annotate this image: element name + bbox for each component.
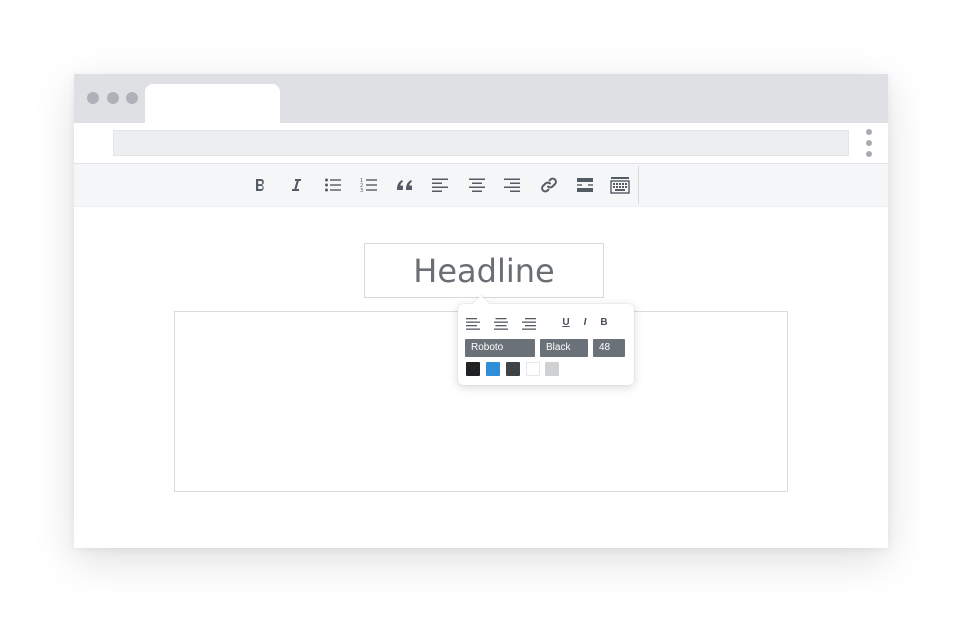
quote-button[interactable] (392, 172, 418, 198)
font-family-select[interactable]: Roboto (465, 339, 535, 357)
horizontal-rule-icon (577, 178, 593, 192)
popup-align-center-button[interactable] (492, 316, 510, 332)
color-swatch-dark-gray[interactable] (506, 362, 520, 376)
align-right-icon (522, 318, 536, 330)
underline-button[interactable]: U (559, 315, 573, 331)
bold-button[interactable]: B (598, 315, 610, 331)
toolbar-divider (638, 166, 639, 204)
bullet-list-button[interactable] (320, 172, 346, 198)
keyboard-button[interactable] (607, 172, 633, 198)
svg-text:3: 3 (360, 188, 363, 193)
italic-icon (292, 179, 301, 191)
popup-align-left-button[interactable] (464, 316, 482, 332)
bullet-list-icon (325, 178, 341, 192)
keyboard-icon (610, 177, 630, 194)
popup-caret (472, 295, 490, 313)
font-size-select[interactable]: 48 (593, 339, 625, 357)
numbered-list-icon: 1 2 3 (360, 178, 377, 193)
quote-icon (397, 180, 412, 190)
editor-toolbar: 1 2 3 (74, 164, 888, 207)
title-bar (74, 74, 888, 124)
editor-canvas: Headline U I B Roboto Black 48 (74, 207, 888, 548)
color-swatch-blue[interactable] (486, 362, 500, 376)
window-maximize-dot[interactable] (126, 92, 138, 104)
font-weight-select[interactable]: Black (540, 339, 588, 357)
align-right-button[interactable] (499, 172, 525, 198)
window-close-dot[interactable] (87, 92, 99, 104)
align-right-icon (504, 178, 520, 192)
browser-tab[interactable] (145, 84, 280, 124)
address-bar[interactable] (113, 130, 849, 156)
headline-block[interactable]: Headline (364, 243, 604, 298)
align-left-button[interactable] (427, 172, 453, 198)
address-row (74, 123, 888, 164)
align-left-icon (466, 318, 480, 330)
popup-align-right-button[interactable] (520, 316, 538, 332)
color-swatch-white[interactable] (526, 362, 540, 376)
browser-window: 1 2 3 Headline U I B Roboto Black 48 (74, 74, 888, 548)
bold-icon (256, 179, 264, 191)
align-center-icon (469, 178, 485, 192)
align-left-icon (432, 178, 448, 192)
color-swatch-light-gray[interactable] (545, 362, 559, 376)
link-icon (541, 177, 557, 193)
bold-button[interactable] (247, 172, 273, 198)
align-center-button[interactable] (464, 172, 490, 198)
link-button[interactable] (536, 172, 562, 198)
more-menu-icon[interactable] (865, 129, 873, 157)
color-swatch-black[interactable] (466, 362, 480, 376)
horizontal-rule-button[interactable] (572, 172, 598, 198)
text-format-popup: U I B Roboto Black 48 (458, 295, 634, 385)
italic-button[interactable]: I (579, 315, 591, 331)
window-minimize-dot[interactable] (107, 92, 119, 104)
italic-button[interactable] (283, 172, 309, 198)
align-center-icon (494, 318, 508, 330)
numbered-list-button[interactable]: 1 2 3 (356, 172, 382, 198)
headline-text[interactable]: Headline (413, 252, 554, 290)
